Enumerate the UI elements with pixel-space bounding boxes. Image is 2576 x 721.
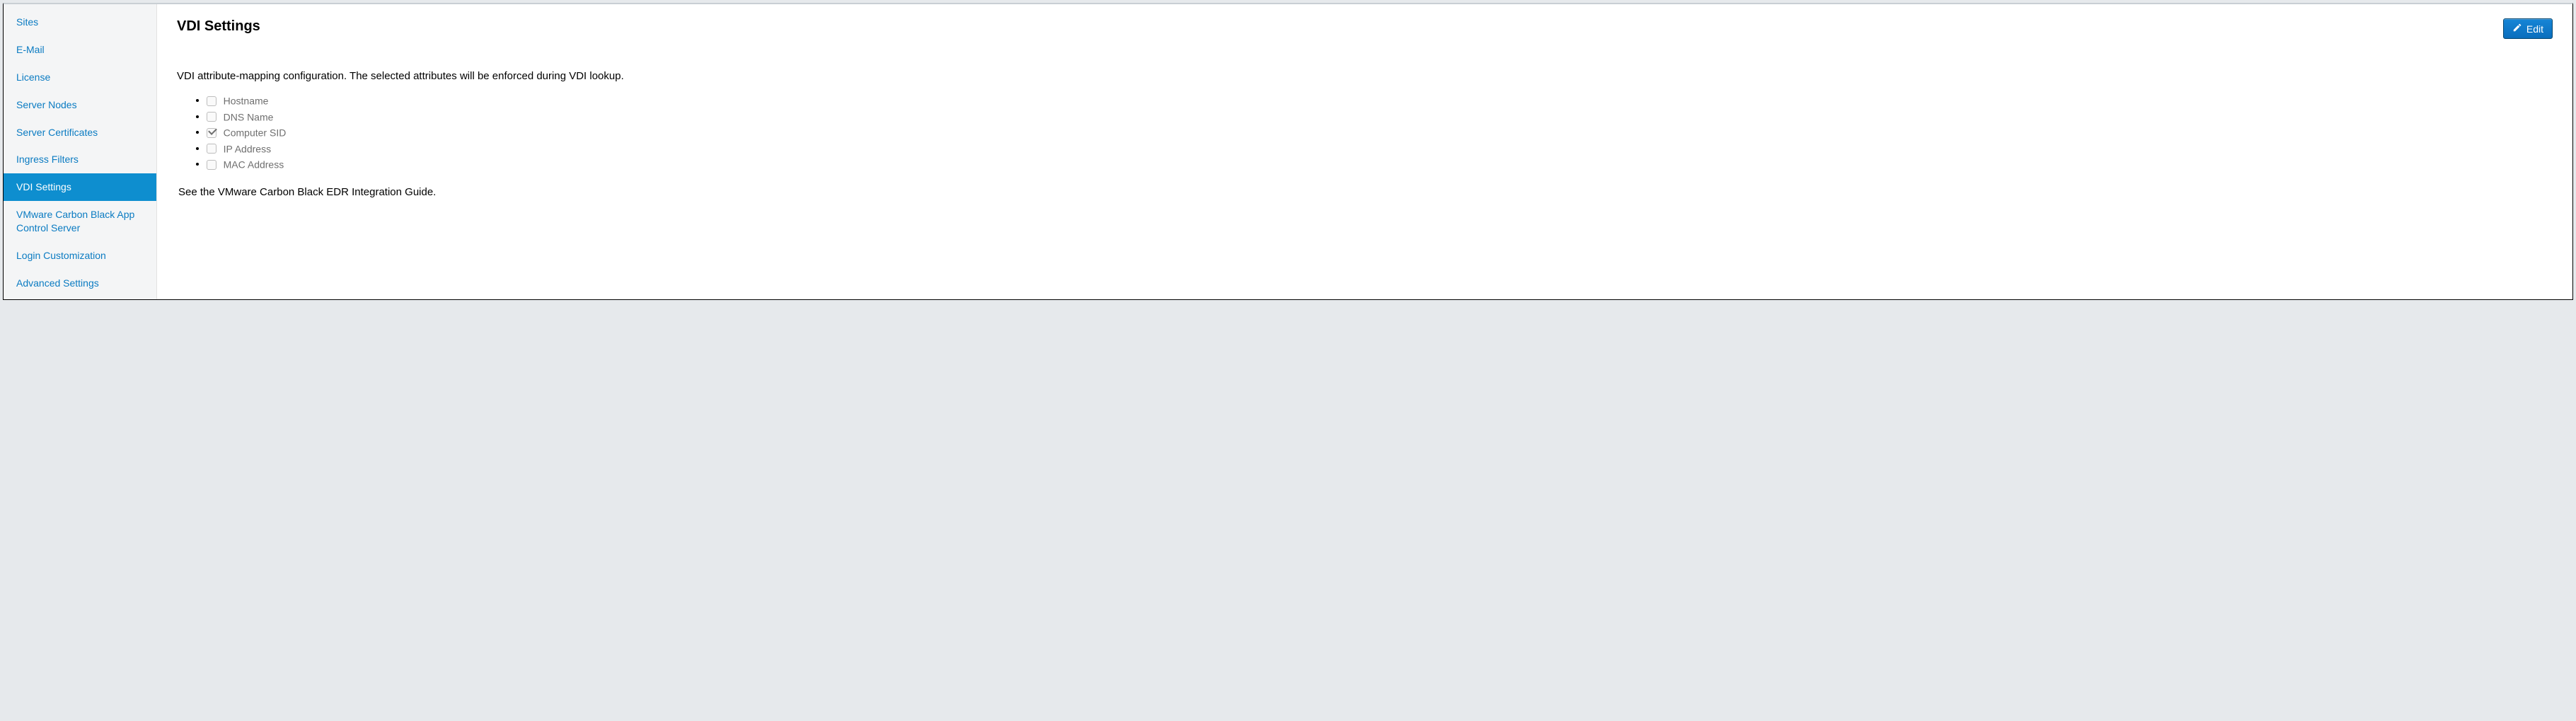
attribute-label: Computer SID <box>224 127 287 139</box>
sidebar-item-label: Server Nodes <box>16 99 77 110</box>
sidebar-item-login-customization[interactable]: Login Customization <box>4 242 156 270</box>
settings-sidebar: Sites E-Mail License Server Nodes Server… <box>4 4 157 299</box>
checkbox-ip-address[interactable] <box>207 144 216 154</box>
page-title: VDI Settings <box>177 18 260 35</box>
sidebar-item-label: Advanced Settings <box>16 277 99 289</box>
edit-button-label: Edit <box>2526 23 2543 35</box>
sidebar-item-label: E-Mail <box>16 44 45 55</box>
sidebar-item-email[interactable]: E-Mail <box>4 36 156 64</box>
sidebar-item-server-nodes[interactable]: Server Nodes <box>4 91 156 119</box>
attribute-label: DNS Name <box>224 111 274 122</box>
main-content: VDI Settings Edit VDI attribute-mapping … <box>157 4 2572 299</box>
sidebar-item-license[interactable]: License <box>4 64 156 91</box>
sidebar-item-label: Sites <box>16 16 38 28</box>
checkbox-hostname[interactable] <box>207 96 216 106</box>
attribute-item-hostname: Hostname <box>207 95 2553 107</box>
attribute-item-dns-name: DNS Name <box>207 111 2553 123</box>
sidebar-item-label: VDI Settings <box>16 181 71 192</box>
sidebar-item-sites[interactable]: Sites <box>4 8 156 36</box>
sidebar-item-label: Server Certificates <box>16 127 98 138</box>
checkbox-computer-sid[interactable] <box>207 128 216 138</box>
checkbox-mac-address[interactable] <box>207 160 216 170</box>
attribute-label: IP Address <box>224 143 271 154</box>
sidebar-item-label: Ingress Filters <box>16 154 79 165</box>
pencil-icon <box>2512 23 2522 35</box>
attribute-item-ip-address: IP Address <box>207 143 2553 155</box>
vdi-description: VDI attribute-mapping configuration. The… <box>177 70 2553 82</box>
attribute-list: Hostname DNS Name Computer SID IP Addres… <box>177 95 2553 171</box>
sidebar-item-label: License <box>16 71 50 83</box>
guide-note: See the VMware Carbon Black EDR Integrat… <box>178 186 2553 198</box>
sidebar-item-label: Login Customization <box>16 250 106 261</box>
attribute-item-computer-sid: Computer SID <box>207 127 2553 139</box>
sidebar-item-ingress-filters[interactable]: Ingress Filters <box>4 146 156 173</box>
attribute-label: MAC Address <box>224 159 284 171</box>
sidebar-item-app-control-server[interactable]: VMware Carbon Black App Control Server <box>4 201 156 242</box>
sidebar-item-advanced-settings[interactable]: Advanced Settings <box>4 270 156 297</box>
checkbox-dns-name[interactable] <box>207 112 216 122</box>
edit-button[interactable]: Edit <box>2503 18 2553 39</box>
attribute-item-mac-address: MAC Address <box>207 158 2553 171</box>
sidebar-item-vdi-settings[interactable]: VDI Settings <box>4 173 156 201</box>
attribute-label: Hostname <box>224 96 269 107</box>
sidebar-item-label: VMware Carbon Black App Control Server <box>16 209 134 233</box>
sidebar-item-server-certificates[interactable]: Server Certificates <box>4 119 156 146</box>
